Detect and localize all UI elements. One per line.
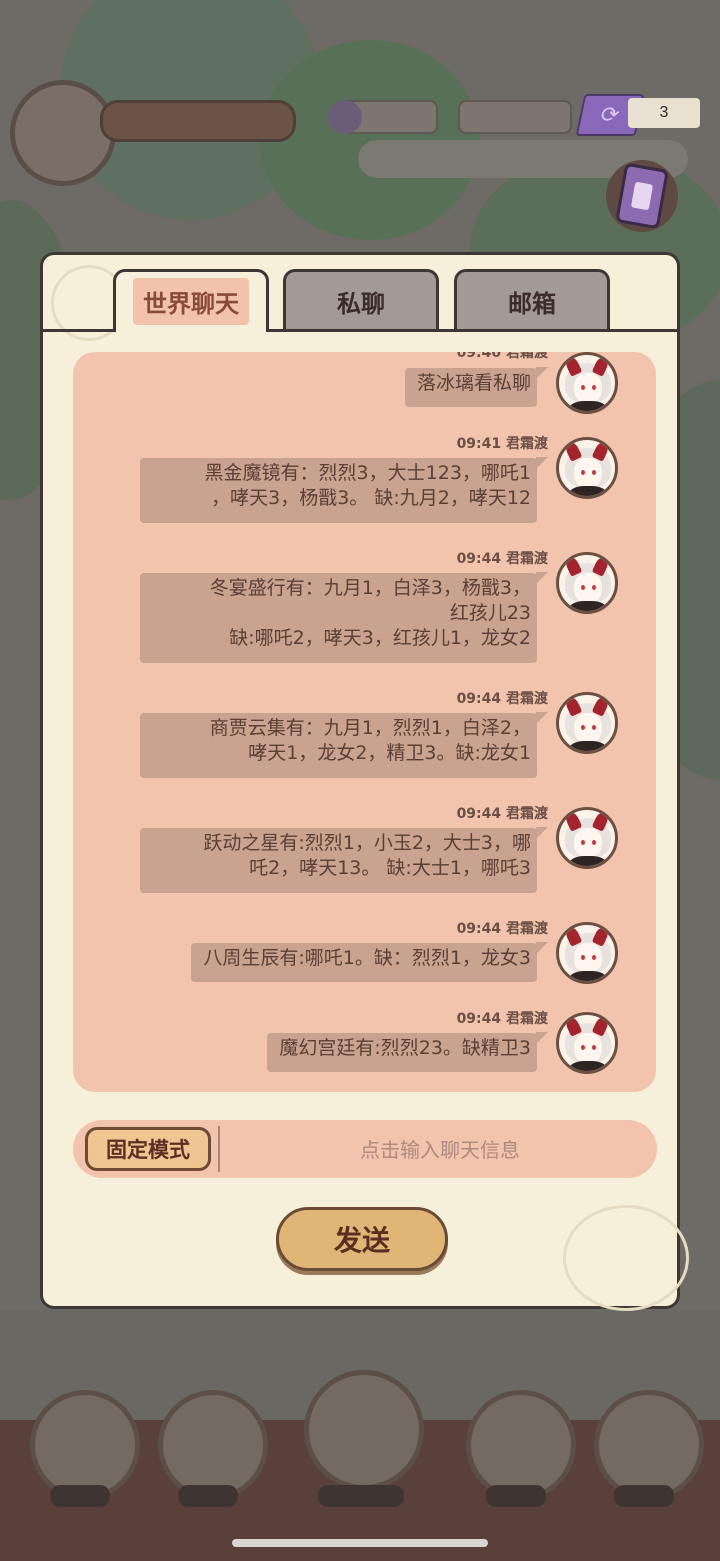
message-bubble: 跃动之星有:烈烈1，小玉2，大士3，哪 吒2，哮天13。 缺:大士1，哪吒3 (140, 827, 548, 893)
bottom-menu-label (178, 1485, 238, 1507)
message-bubble: 冬宴盛行有：九月1，白泽3，杨戬3， 红孩儿23 缺:哪吒2，哮天3，红孩儿1，… (140, 572, 548, 663)
message-text: 缺:哪吒2，哮天3，红孩儿1，龙女2 (229, 627, 531, 649)
currency-ticket-bar[interactable] (458, 100, 572, 134)
chat-modal: 世界聊天 私聊 邮箱 09:40 君霜渡 落冰璃看私聊 09:41 君霜渡 黑金… (40, 252, 689, 1311)
bottom-menu-icon[interactable] (30, 1390, 140, 1500)
message-text: ，哮天3，杨戬3。 缺:九月2，哮天12 (211, 487, 531, 509)
message-text: 红孩儿23 (449, 602, 531, 624)
message-bubble: 魔幻宫廷有:烈烈23。缺精卫3 (267, 1032, 548, 1072)
currency-gem-bar[interactable] (328, 100, 438, 134)
chat-message-list[interactable]: 09:40 君霜渡 落冰璃看私聊 09:41 君霜渡 黑金魔镜有：烈烈3，大士1… (73, 352, 656, 1092)
tab-mailbox[interactable]: 邮箱 (454, 269, 610, 331)
bottom-menu-label (318, 1485, 404, 1507)
gem-icon (328, 100, 362, 134)
tab-private-chat[interactable]: 私聊 (283, 269, 439, 331)
chat-input-row: 固定模式 (73, 1120, 657, 1178)
bottom-menu-icon[interactable] (158, 1390, 268, 1500)
input-divider (218, 1126, 220, 1172)
tab-label: 邮箱 (508, 290, 556, 318)
bottom-menu-icon[interactable] (466, 1390, 576, 1500)
message-text: 冬宴盛行有：九月1，白泽3，杨戬3， (209, 577, 531, 599)
message-meta: 09:40 君霜渡 (456, 352, 548, 361)
bottom-menu-label (486, 1485, 546, 1507)
user-avatar[interactable] (556, 692, 618, 754)
message-bubble: 黑金魔镜有：烈烈3，大士123，哪吒1 ，哮天3，杨戬3。 缺:九月2，哮天12 (140, 457, 548, 523)
user-avatar[interactable] (556, 352, 618, 414)
message-text: 八周生辰有:哪吒1。缺：烈烈1，龙女3 (203, 947, 531, 969)
message-text: 吒2，哮天13。 缺:大士1，哪吒3 (249, 857, 531, 879)
message-meta: 09:44 君霜渡 (456, 921, 548, 937)
user-avatar[interactable] (556, 1012, 618, 1074)
message-meta: 09:44 君霜渡 (456, 806, 548, 822)
player-name-bar (100, 100, 296, 142)
bottom-menu-icon[interactable] (594, 1390, 704, 1500)
message-bubble: 落冰璃看私聊 (404, 367, 549, 407)
phone-icon (615, 162, 669, 230)
message-text: 商贾云集有：九月1，烈烈1，白泽2， (209, 717, 531, 739)
message-text: 跃动之星有:烈烈1，小玉2，大士3，哪 (203, 832, 531, 854)
home-indicator[interactable] (232, 1539, 488, 1547)
message-meta: 09:41 君霜渡 (456, 436, 548, 452)
user-avatar[interactable] (556, 807, 618, 869)
tab-label: 世界聊天 (133, 278, 249, 325)
message-meta: 09:44 君霜渡 (456, 691, 548, 707)
message-text: 魔幻宫廷有:烈烈23。缺精卫3 (279, 1037, 531, 1059)
phone-button[interactable] (606, 160, 678, 232)
message-bubble: 八周生辰有:哪吒1。缺：烈烈1，龙女3 (191, 942, 548, 982)
bottom-menu-label (50, 1485, 110, 1507)
user-avatar[interactable] (556, 922, 618, 984)
bottom-dice-icon[interactable] (304, 1370, 424, 1490)
message-meta: 09:44 君霜渡 (456, 551, 548, 567)
fixed-mode-button[interactable]: 固定模式 (85, 1127, 211, 1171)
tab-world-chat[interactable]: 世界聊天 (113, 269, 269, 331)
bottom-menu-label (614, 1485, 674, 1507)
tab-label: 私聊 (337, 290, 385, 318)
message-text: 哮天1，龙女2，精卫3。缺:龙女1 (248, 742, 531, 764)
message-bubble: 商贾云集有：九月1，烈烈1，白泽2， 哮天1，龙女2，精卫3。缺:龙女1 (140, 712, 548, 778)
message-text: 落冰璃看私聊 (416, 372, 531, 394)
cloud-decoration (563, 1205, 689, 1311)
send-button[interactable]: 发送 (276, 1207, 448, 1271)
user-avatar[interactable] (556, 552, 618, 614)
player-avatar[interactable] (10, 80, 116, 186)
ticket-count: 3 (628, 98, 700, 128)
user-avatar[interactable] (556, 437, 618, 499)
message-text: 黑金魔镜有：烈烈3，大士123，哪吒1 (204, 462, 531, 484)
chat-text-input[interactable] (233, 1128, 647, 1172)
message-meta: 09:44 君霜渡 (456, 1011, 548, 1027)
